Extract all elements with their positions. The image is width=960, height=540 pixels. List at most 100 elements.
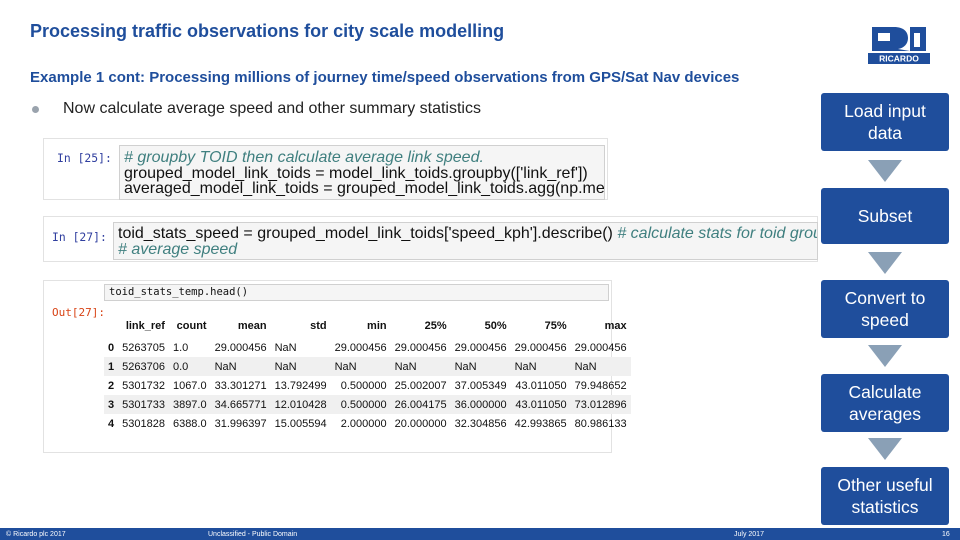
down-arrow-icon (868, 345, 902, 367)
table-cell: NaN (334, 360, 357, 373)
footer-copyright: © Ricardo plc 2017 (6, 531, 66, 538)
bullet-dot-icon (32, 105, 39, 113)
table-cell: 0.0 (172, 360, 189, 373)
slide-title: Processing traffic observations for city… (30, 21, 505, 41)
cell-2-code[interactable]: toid_stats_speed = grouped_model_link_to… (113, 222, 818, 260)
table-cell: NaN (274, 360, 297, 373)
table-cell: 5301732 (122, 379, 165, 392)
column-header: count (176, 320, 207, 332)
table-cell: 34.665771 (214, 398, 267, 411)
column-header: max (604, 320, 627, 332)
column-header (104, 314, 118, 338)
row-index: 3 (108, 398, 115, 411)
column-header: min (367, 320, 387, 332)
table-cell: 42.993865 (514, 417, 567, 430)
down-arrow-icon (868, 438, 902, 460)
cell-3-code[interactable]: toid_stats_temp.head() (104, 284, 609, 301)
table-cell: 29.000456 (454, 341, 507, 354)
table-header-row: link_ref count mean std min 25% 50% 75% … (104, 314, 631, 338)
row-index: 1 (108, 360, 115, 373)
flow-step-calculate-averages: Calculate averages (821, 374, 949, 432)
footer-date: July 2017 (734, 531, 764, 538)
table-cell: 79.948652 (574, 379, 627, 392)
code-line: toid_stats_temp.head() (109, 286, 249, 298)
table-cell: NaN (394, 360, 417, 373)
flow-step-subset: Subset (821, 188, 949, 244)
column-header: mean (237, 320, 267, 332)
cell-1-code[interactable]: # groupby TOID then calculate average li… (119, 145, 605, 200)
table-cell: 25.002007 (394, 379, 447, 392)
down-arrow-icon (868, 252, 902, 274)
cell-2-prompt: In [27]: (52, 230, 107, 244)
table-row: 4 5301828 6388.0 31.996397 15.005594 2.0… (104, 414, 631, 433)
table-cell: 3897.0 (172, 398, 207, 411)
table-cell: 13.792499 (274, 379, 327, 392)
table-row: 1 5263706 0.0 NaN NaN NaN NaN NaN NaN Na… (104, 357, 631, 376)
table-cell: 12.010428 (274, 398, 327, 411)
ricardo-logo: RICARDO (868, 24, 930, 64)
table-cell: 29.000456 (214, 341, 267, 354)
table-cell: 6388.0 (172, 417, 207, 430)
table-cell: 0.500000 (340, 398, 387, 411)
flow-step-convert-to-speed: Convert to speed (821, 280, 949, 338)
table-cell: 31.996397 (214, 417, 267, 430)
down-arrow-icon (868, 160, 902, 182)
table-cell: 73.012896 (574, 398, 627, 411)
table-cell: NaN (274, 341, 297, 354)
table-cell: 26.004175 (394, 398, 447, 411)
bullet-text: Now calculate average speed and other su… (63, 100, 481, 117)
table-row: 3 5301733 3897.0 34.665771 12.010428 0.5… (104, 395, 631, 414)
table-cell: 5301733 (122, 398, 165, 411)
column-header: 25% (424, 320, 447, 332)
table-cell: 29.000456 (574, 341, 627, 354)
column-header: 75% (544, 320, 567, 332)
table-cell: 29.000456 (394, 341, 447, 354)
table-cell: 20.000000 (394, 417, 447, 430)
table-cell: 36.000000 (454, 398, 507, 411)
table-cell: 29.000456 (334, 341, 387, 354)
logo-text: RICARDO (879, 54, 919, 64)
code-comment: # calculate stats for toid group (612, 225, 818, 242)
table-cell: 43.011050 (515, 398, 567, 411)
table-cell: NaN (454, 360, 477, 373)
table-cell: 37.005349 (454, 379, 507, 392)
table-cell: 15.005594 (274, 417, 327, 430)
column-header: link_ref (125, 320, 165, 332)
table-cell: NaN (514, 360, 537, 373)
flow-step-load-input-data: Load input data (821, 93, 949, 151)
slide-subtitle: Example 1 cont: Processing millions of j… (30, 69, 740, 86)
table-cell: NaN (574, 360, 597, 373)
footer-page-number: 16 (942, 531, 950, 538)
table-row: 0 5263705 1.0 29.000456 NaN 29.000456 29… (104, 338, 631, 357)
table-cell: 5263705 (122, 341, 165, 354)
stats-dataframe: link_ref count mean std min 25% 50% 75% … (104, 314, 631, 433)
table-cell: NaN (214, 360, 237, 373)
code-line: # groupby TOID then calculate average li… (124, 149, 484, 166)
table-row: 2 5301732 1067.0 33.301271 13.792499 0.5… (104, 376, 631, 395)
row-index: 4 (108, 417, 115, 430)
code-line: averaged_model_link_toids = grouped_mode… (124, 180, 605, 197)
table-cell: 0.500000 (340, 379, 387, 392)
column-header: std (310, 320, 327, 332)
table-cell: 5301828 (122, 417, 165, 430)
table-cell: 1067.0 (172, 379, 207, 392)
column-header: 50% (484, 320, 507, 332)
table-cell: 43.011050 (515, 379, 567, 392)
table-cell: 1.0 (172, 341, 189, 354)
cell-1-prompt: In [25]: (57, 151, 112, 165)
output-prompt: Out[27]: (52, 306, 105, 319)
code-line: grouped_model_link_toids = model_link_to… (124, 164, 588, 182)
row-index: 0 (108, 341, 115, 354)
table-cell: 29.000456 (514, 341, 567, 354)
code-text: toid_stats_speed = grouped_model_link_to… (118, 225, 613, 242)
code-line: # average speed (118, 240, 238, 258)
footer-bar (0, 528, 960, 540)
footer-classification: Unclassified - Public Domain (208, 531, 298, 538)
table-cell: 5263706 (122, 360, 165, 373)
row-index: 2 (108, 379, 115, 392)
flow-step-other-useful-statistics: Other useful statistics (821, 467, 949, 525)
table-cell: 32.304856 (454, 417, 507, 430)
table-cell: 2.000000 (340, 417, 387, 430)
table-cell: 80.986133 (574, 417, 627, 430)
table-cell: 33.301271 (214, 379, 267, 392)
